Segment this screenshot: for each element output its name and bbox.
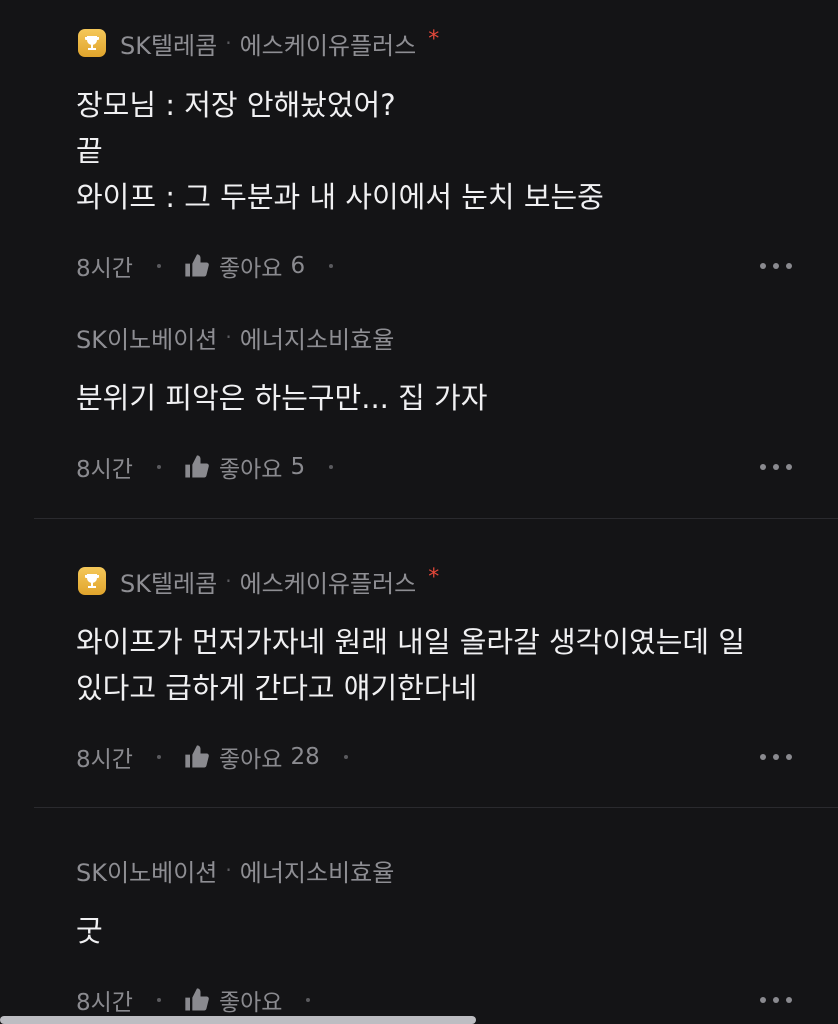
author-name[interactable]: SK이노베이션 [76, 853, 217, 888]
like-label[interactable]: 좋아요 [219, 983, 282, 1017]
comment-meta: SK텔레콤 · 에스케이유플러스 * [76, 26, 439, 60]
like-count: 6 [290, 253, 306, 279]
dot-separator [156, 755, 161, 759]
like-label[interactable]: 좋아요 [219, 740, 282, 774]
comment-meta: SK이노베이션 · 에너지소비효율 [76, 853, 394, 887]
comment-text-line: 와이프 : 그 두분과 내 사이에서 눈치 보는중 [76, 180, 604, 214]
comment-text-line: 와이프가 먼저가자네 원래 내일 올라갈 생각이였는데 일 [76, 625, 745, 659]
meta-separator: · [225, 325, 232, 349]
author-department: 에스케이유플러스 [239, 31, 417, 60]
author-department: 에너지소비효율 [239, 858, 395, 887]
comment-body: 굿 [76, 908, 798, 954]
comment-actions: 8시간 좋아요 5 [76, 449, 792, 485]
author-department: 에스케이유플러스 [239, 569, 417, 598]
like-label[interactable]: 좋아요 [219, 249, 282, 283]
meta-separator: · [225, 569, 232, 593]
comment-actions: 8시간 좋아요 28 [76, 739, 792, 775]
comment-actions: 8시간 좋아요 [76, 982, 792, 1018]
comment-time: 8시간 [76, 457, 133, 483]
author-department: 에너지소비효율 [239, 325, 395, 354]
thumbs-up-icon[interactable] [183, 453, 211, 481]
thumbs-up-icon[interactable] [183, 986, 211, 1014]
comment-text-line: 굿 [76, 914, 103, 948]
like-count: 5 [290, 454, 306, 480]
comment-body: 와이프가 먼저가자네 원래 내일 올라갈 생각이였는데 일 있다고 급하게 간다… [76, 619, 798, 711]
dot-separator [343, 755, 348, 759]
comment-body: 분위기 피악은 하는구만... 집 가자 [76, 375, 798, 421]
author-name[interactable]: SK텔레콤 [120, 564, 217, 599]
comment-body: 장모님 : 저장 안해놨었어? 끝 와이프 : 그 두분과 내 사이에서 눈치 … [76, 82, 798, 220]
dot-separator [329, 465, 334, 469]
meta-separator: · [225, 31, 232, 55]
author-star: * [428, 26, 440, 52]
thumbs-up-icon[interactable] [183, 252, 211, 280]
comment-text-line: 있다고 급하게 간다고 얘기한다네 [76, 671, 478, 705]
comment-time: 8시간 [76, 256, 133, 282]
more-horizontal-icon[interactable] [760, 754, 792, 760]
comment-actions: 8시간 좋아요 6 [76, 248, 792, 284]
comment-meta: SK이노베이션 · 에너지소비효율 [76, 320, 394, 354]
comment-text-line: 장모님 : 저장 안해놨었어? [76, 88, 396, 122]
more-horizontal-icon[interactable] [760, 263, 792, 269]
like-label[interactable]: 좋아요 [219, 450, 282, 484]
thumbs-up-icon[interactable] [183, 743, 211, 771]
horizontal-scrollbar[interactable] [0, 1016, 476, 1024]
more-horizontal-icon[interactable] [760, 997, 792, 1003]
comment-time: 8시간 [76, 747, 133, 773]
comment-text-line: 끝 [76, 134, 103, 168]
dot-separator [156, 998, 161, 1002]
author-name[interactable]: SK텔레콤 [120, 26, 217, 61]
trophy-icon [78, 567, 106, 595]
like-count: 28 [290, 744, 320, 770]
author-star: * [428, 564, 440, 590]
comment-meta: SK텔레콤 · 에스케이유플러스 * [76, 564, 439, 598]
more-horizontal-icon[interactable] [760, 464, 792, 470]
comment-divider [34, 807, 838, 808]
meta-separator: · [225, 858, 232, 882]
comment-divider [34, 518, 838, 519]
trophy-icon [78, 29, 106, 57]
dot-separator [329, 264, 334, 268]
dot-separator [156, 264, 161, 268]
comment-text-line: 분위기 피악은 하는구만... 집 가자 [76, 381, 488, 415]
comment-time: 8시간 [76, 990, 133, 1016]
dot-separator [306, 998, 311, 1002]
author-name[interactable]: SK이노베이션 [76, 320, 217, 355]
dot-separator [156, 465, 161, 469]
